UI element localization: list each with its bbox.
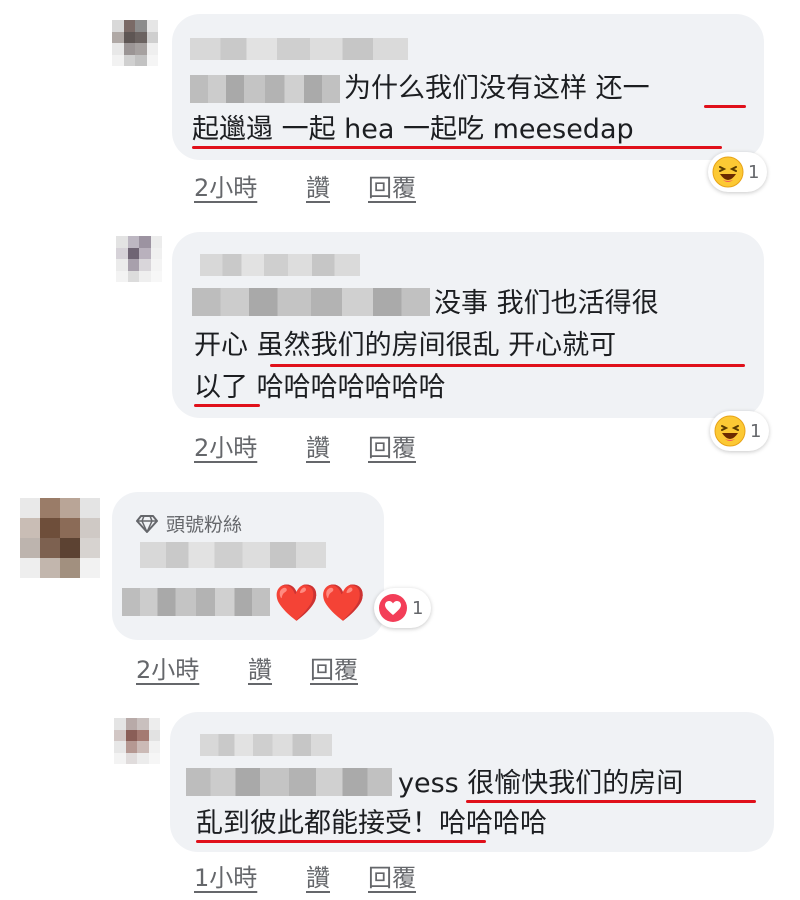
reaction-badge[interactable]: 1	[710, 411, 770, 451]
like-link[interactable]: 讚	[306, 428, 330, 463]
reaction-badge[interactable]: 1	[374, 588, 432, 628]
commenter-name-blurred[interactable]	[140, 542, 326, 568]
mention-blurred[interactable]	[186, 768, 392, 796]
heart-emojis: ❤️❤️	[274, 583, 368, 624]
timestamp-link[interactable]: 1小時	[194, 858, 257, 893]
reply-link[interactable]: 回覆	[368, 428, 416, 463]
timestamp-link[interactable]: 2小時	[194, 428, 257, 463]
love-reaction-icon	[379, 594, 407, 622]
highlight-underline	[194, 404, 260, 407]
comment-meta: 1小時 讚 回覆	[194, 858, 494, 892]
top-fan-badge: 頭號粉絲	[136, 510, 242, 537]
like-link[interactable]: 讚	[248, 650, 272, 685]
comment-bubble: yess 很愉快我们的房间 乱到彼此都能接受！哈哈哈哈	[170, 712, 774, 852]
comment-text-line: 起邋遢 一起 hea 一起吃 meesedap	[192, 114, 634, 145]
reply-link[interactable]: 回覆	[310, 650, 358, 685]
highlight-underline	[466, 800, 756, 803]
reaction-badge[interactable]: 1	[708, 152, 768, 192]
timestamp-link[interactable]: 2小時	[194, 168, 257, 203]
mention-blurred[interactable]	[122, 588, 270, 616]
comment-text-line: yess 很愉快我们的房间	[398, 768, 684, 799]
timestamp-link[interactable]: 2小時	[136, 650, 199, 685]
diamond-icon	[136, 514, 158, 533]
like-link[interactable]: 讚	[306, 168, 330, 203]
mention-blurred[interactable]	[192, 288, 430, 316]
avatar[interactable]	[114, 718, 160, 764]
reaction-count: 1	[750, 420, 762, 442]
laughing-emoji-icon	[714, 415, 746, 447]
comment-meta: 2小時 讚 回覆	[194, 428, 494, 462]
comment-text-line: 开心 虽然我们的房间很乱 开心就可	[194, 330, 617, 361]
highlight-underline	[196, 840, 486, 843]
top-fan-label: 頭號粉絲	[166, 514, 243, 536]
avatar[interactable]	[20, 498, 100, 578]
avatar[interactable]	[116, 236, 162, 282]
like-link[interactable]: 讚	[306, 858, 330, 893]
commenter-name-blurred[interactable]	[190, 38, 408, 60]
comment-text-line: 为什么我们没有这样 还一	[344, 73, 650, 104]
mention-blurred[interactable]	[190, 75, 340, 103]
comment-text-line: 以了 哈哈哈哈哈哈哈	[194, 372, 446, 403]
comment-text-line: 乱到彼此都能接受！哈哈哈哈	[196, 808, 547, 839]
avatar[interactable]	[112, 20, 158, 66]
comment-bubble: 为什么我们没有这样 还一 起邋遢 一起 hea 一起吃 meesedap	[172, 14, 764, 160]
highlight-underline	[270, 364, 745, 367]
reaction-count: 1	[748, 161, 760, 183]
comment-bubble: 頭號粉絲 ❤️❤️	[112, 492, 384, 640]
reaction-count: 1	[412, 597, 424, 619]
comment-meta: 2小時 讚 回覆	[194, 168, 494, 202]
reply-link[interactable]: 回覆	[368, 168, 416, 203]
comment-bubble: 没事 我们也活得很 开心 虽然我们的房间很乱 开心就可 以了 哈哈哈哈哈哈哈	[172, 232, 764, 418]
highlight-underline	[704, 105, 746, 108]
laughing-emoji-icon	[712, 156, 744, 188]
commenter-name-blurred[interactable]	[200, 734, 332, 756]
highlight-underline	[192, 146, 722, 149]
commenter-name-blurred[interactable]	[200, 254, 360, 276]
comment-text-line: 没事 我们也活得很	[434, 288, 659, 319]
comment-meta: 2小時 讚 回覆	[136, 650, 436, 684]
reply-link[interactable]: 回覆	[368, 858, 416, 893]
